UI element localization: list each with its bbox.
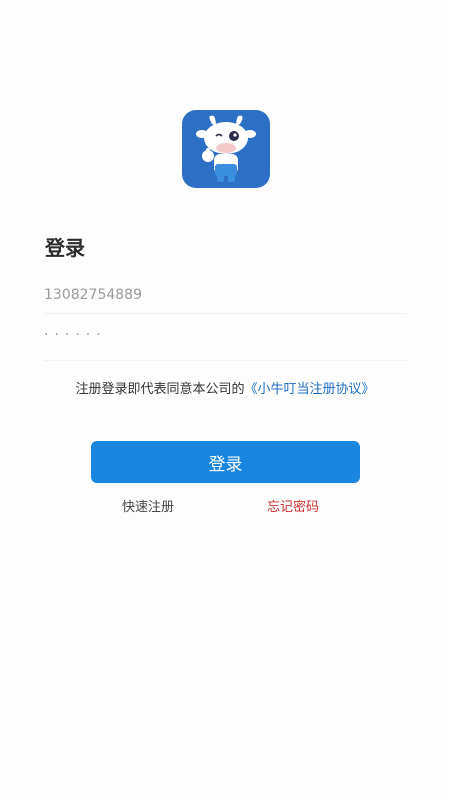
phone-divider	[44, 313, 406, 314]
page-title: 登录	[45, 236, 85, 260]
forgot-password-link[interactable]: 忘记密码	[267, 496, 319, 515]
login-button[interactable]: 登录	[91, 441, 360, 483]
register-link[interactable]: 快速注册	[122, 496, 174, 515]
agreement-text: 注册登录即代表同意本公司的《小牛叮当注册协议》	[0, 378, 450, 397]
app-logo	[182, 110, 270, 188]
cow-mascot-icon	[196, 115, 256, 182]
password-input[interactable]: ······	[44, 322, 406, 348]
agreement-link[interactable]: 《小牛叮当注册协议》	[245, 382, 375, 397]
phone-input[interactable]	[44, 282, 406, 308]
password-divider	[44, 360, 406, 361]
agreement-prefix: 注册登录即代表同意本公司的	[75, 382, 245, 397]
